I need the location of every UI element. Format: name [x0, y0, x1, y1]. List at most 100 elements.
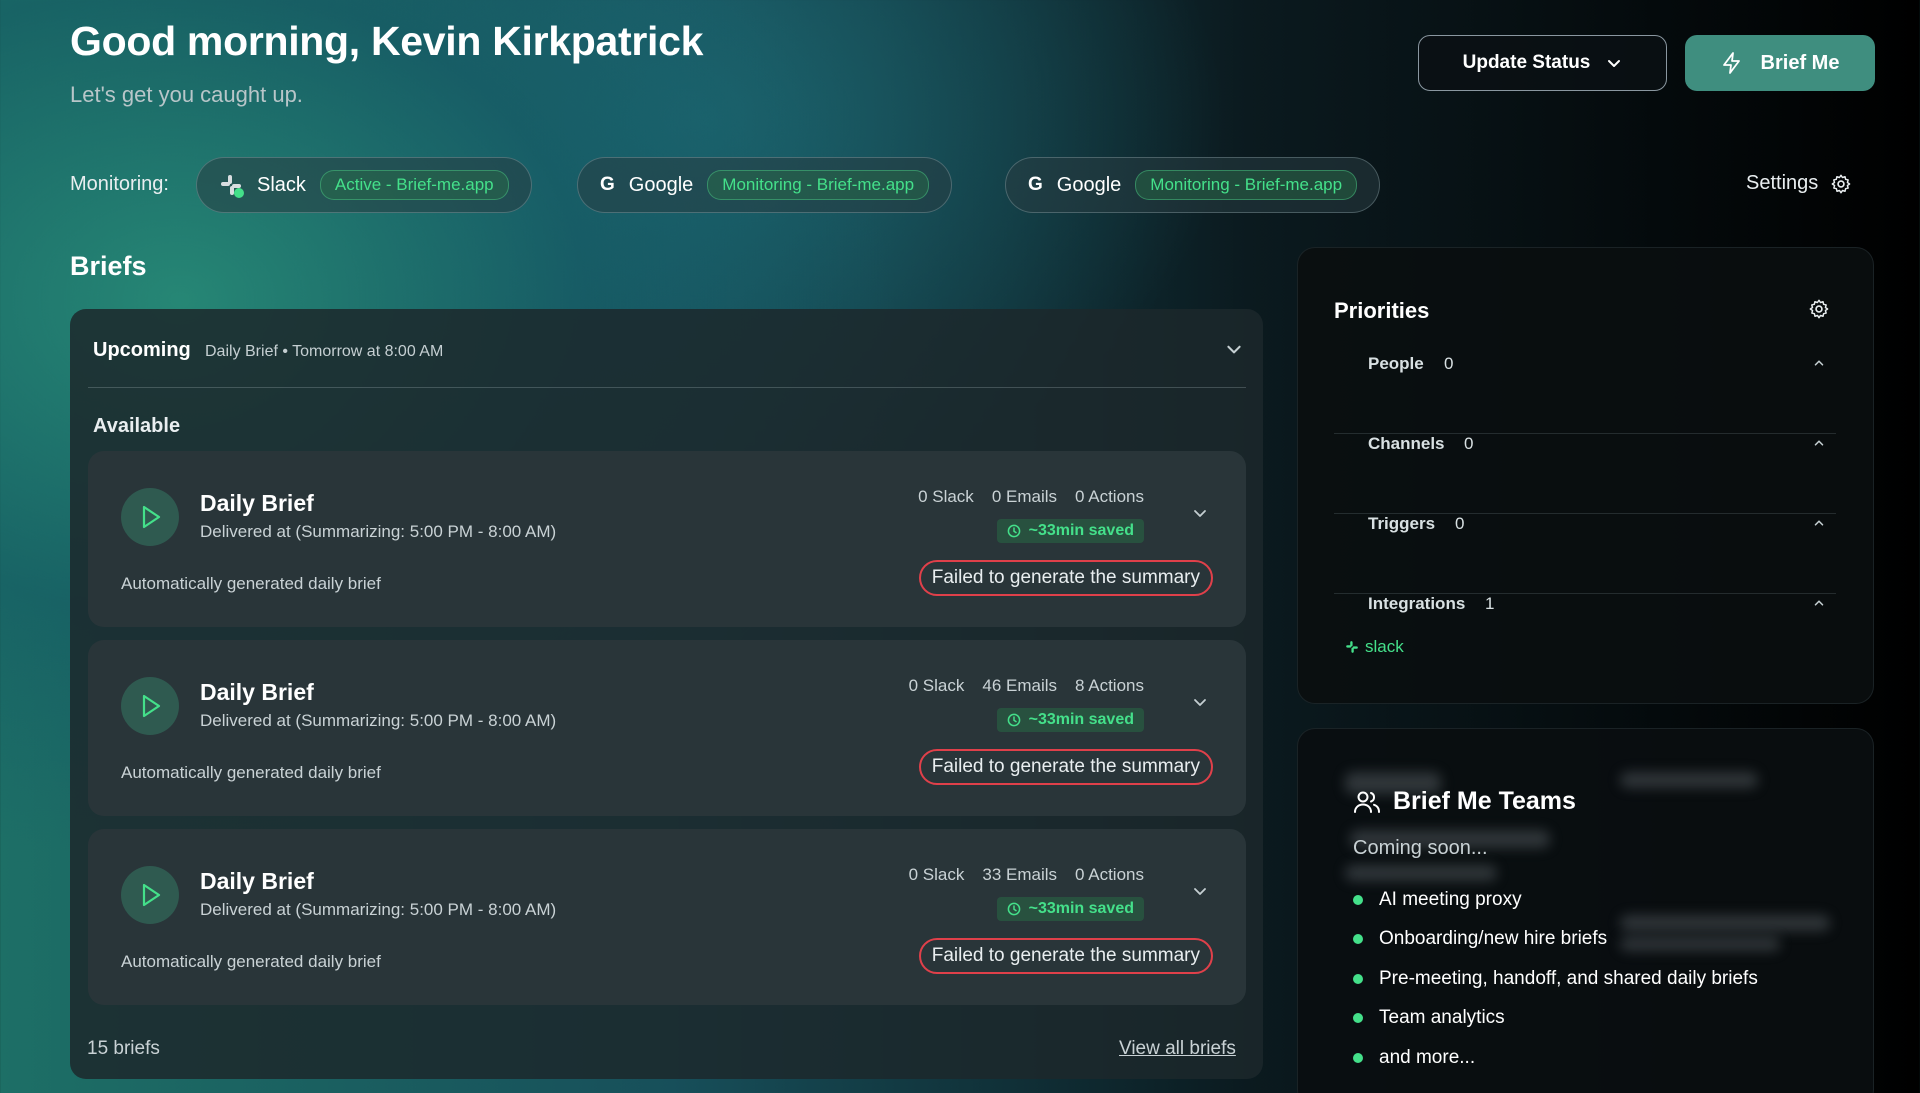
priority-label: People: [1368, 354, 1424, 373]
monitor-chip-name: Slack: [257, 173, 306, 196]
google-icon: G: [600, 174, 615, 195]
blurred-placeholder: [1620, 915, 1830, 931]
error-badge: Failed to generate the summary: [918, 749, 1213, 785]
chevron-down-icon: [1608, 60, 1621, 67]
emails-count: 33 Emails: [982, 865, 1057, 884]
brief-description: Automatically generated daily brief: [121, 763, 381, 782]
users-icon: [1354, 791, 1380, 813]
brief-counts: 0 Slack 46 Emails 8 Actions: [909, 676, 1144, 696]
monitor-chip-name: Google: [1056, 173, 1122, 196]
play-button[interactable]: [121, 677, 179, 735]
chevron-up-icon[interactable]: [1812, 516, 1826, 530]
brief-delivered: Delivered at (Summarizing: 5:00 PM - 8:0…: [200, 900, 557, 919]
brief-counts: 0 Slack 33 Emails 0 Actions: [909, 865, 1144, 885]
available-label: Available: [93, 415, 181, 437]
blurred-placeholder: [1620, 937, 1780, 951]
priority-label: Channels: [1368, 434, 1445, 453]
priority-row-channels[interactable]: Channels 0: [1334, 434, 1836, 514]
play-button[interactable]: [121, 488, 179, 546]
greeting-subtitle: Let's get you caught up.: [70, 82, 303, 107]
monitor-status-badge: Monitoring - Brief-me.app: [707, 170, 930, 200]
chevron-down-icon[interactable]: [1225, 340, 1243, 358]
monitoring-label: Monitoring:: [70, 173, 169, 195]
update-status-label: Update Status: [1462, 52, 1591, 73]
error-badge: Failed to generate the summary: [918, 560, 1213, 596]
priority-count: 0: [1444, 354, 1454, 373]
priority-count: 1: [1485, 594, 1495, 613]
bullet-icon: [1353, 1053, 1363, 1063]
brief-card[interactable]: Daily Brief Delivered at (Summarizing: 5…: [88, 451, 1246, 627]
brief-delivered: Delivered at (Summarizing: 5:00 PM - 8:0…: [200, 711, 557, 730]
upcoming-label: Upcoming: [93, 339, 191, 361]
integration-item-slack[interactable]: slack: [1345, 637, 1404, 657]
gear-icon[interactable]: [1808, 298, 1830, 320]
priority-row-triggers[interactable]: Triggers 0: [1334, 514, 1836, 594]
play-button[interactable]: [121, 866, 179, 924]
time-saved-text: ~33min saved: [1028, 900, 1134, 917]
brief-description: Automatically generated daily brief: [121, 952, 381, 971]
feature-item: and more...: [1353, 1047, 1475, 1069]
slack-icon: [1346, 641, 1358, 653]
error-badge: Failed to generate the summary: [918, 938, 1213, 974]
priority-count: 0: [1464, 434, 1474, 453]
briefs-count: 15 briefs: [87, 1038, 160, 1059]
blurred-placeholder: [1620, 772, 1758, 788]
priority-label: Triggers: [1368, 514, 1436, 533]
monitor-chip-name: Google: [628, 173, 694, 196]
bullet-icon: [1353, 1013, 1363, 1023]
actions-count: 0 Actions: [1075, 487, 1144, 506]
chevron-up-icon[interactable]: [1812, 436, 1826, 450]
emails-count: 46 Emails: [982, 676, 1057, 695]
brief-delivered: Delivered at (Summarizing: 5:00 PM - 8:0…: [200, 522, 557, 541]
bullet-icon: [1353, 895, 1363, 905]
brief-card[interactable]: Daily Brief Delivered at (Summarizing: 5…: [88, 829, 1246, 1005]
clock-icon: [1007, 902, 1020, 916]
bullet-icon: [1353, 974, 1363, 984]
monitor-chip-google-1[interactable]: G Google Monitoring - Brief-me.app: [577, 157, 953, 213]
monitor-chip-slack[interactable]: Slack Active - Brief-me.app: [196, 157, 532, 213]
briefs-heading: Briefs: [70, 251, 147, 281]
chevron-up-icon[interactable]: [1812, 596, 1826, 610]
monitor-status-badge: Monitoring - Brief-me.app: [1135, 170, 1358, 200]
monitor-status-badge: Active - Brief-me.app: [319, 170, 509, 200]
clock-icon: [1007, 524, 1020, 538]
brief-description: Automatically generated daily brief: [121, 574, 381, 593]
feature-item: Pre-meeting, handoff, and shared daily b…: [1353, 968, 1758, 990]
slack-count: 0 Slack: [908, 865, 965, 884]
chevron-down-icon[interactable]: [1192, 694, 1208, 710]
time-saved-text: ~33min saved: [1028, 522, 1134, 539]
brief-title: Daily Brief: [200, 868, 314, 894]
priority-row-people[interactable]: People 0: [1334, 354, 1836, 434]
feature-text: AI meeting proxy: [1379, 889, 1522, 910]
time-saved-badge: ~33min saved: [996, 708, 1144, 732]
brief-me-button[interactable]: Brief Me: [1685, 35, 1875, 91]
brief-counts: 0 Slack 0 Emails 0 Actions: [918, 487, 1144, 507]
settings-link[interactable]: Settings: [1746, 172, 1852, 195]
feature-text: Onboarding/new hire briefs: [1379, 928, 1608, 949]
time-saved-badge: ~33min saved: [996, 519, 1144, 543]
clock-icon: [1007, 713, 1020, 727]
upcoming-meta: Daily Brief • Tomorrow at 8:00 AM: [205, 343, 444, 360]
slack-icon: [219, 173, 244, 198]
lightning-icon: [1722, 52, 1740, 74]
update-status-button[interactable]: Update Status: [1418, 35, 1667, 91]
chevron-up-icon[interactable]: [1812, 356, 1826, 370]
teams-title-text: Brief Me Teams: [1393, 787, 1576, 815]
feature-text: Team analytics: [1379, 1007, 1505, 1028]
monitor-chip-google-2[interactable]: G Google Monitoring - Brief-me.app: [1005, 157, 1381, 213]
integration-label: slack: [1365, 637, 1404, 656]
time-saved-text: ~33min saved: [1028, 711, 1134, 728]
feature-item: AI meeting proxy: [1353, 889, 1522, 911]
view-all-briefs-link[interactable]: View all briefs: [1119, 1038, 1236, 1060]
bullet-icon: [1353, 934, 1363, 944]
chevron-down-icon[interactable]: [1192, 883, 1208, 899]
chevron-down-icon[interactable]: [1192, 505, 1208, 521]
feature-text: and more...: [1379, 1047, 1476, 1068]
feature-item: Team analytics: [1353, 1007, 1505, 1029]
slack-count: 0 Slack: [908, 676, 965, 695]
priority-row-integrations[interactable]: Integrations 1: [1334, 594, 1836, 674]
teams-title: Brief Me Teams: [1353, 787, 1576, 816]
feature-item: Onboarding/new hire briefs: [1353, 928, 1607, 950]
brief-card[interactable]: Daily Brief Delivered at (Summarizing: 5…: [88, 640, 1246, 816]
coming-soon-text: Coming soon...: [1353, 837, 1488, 859]
